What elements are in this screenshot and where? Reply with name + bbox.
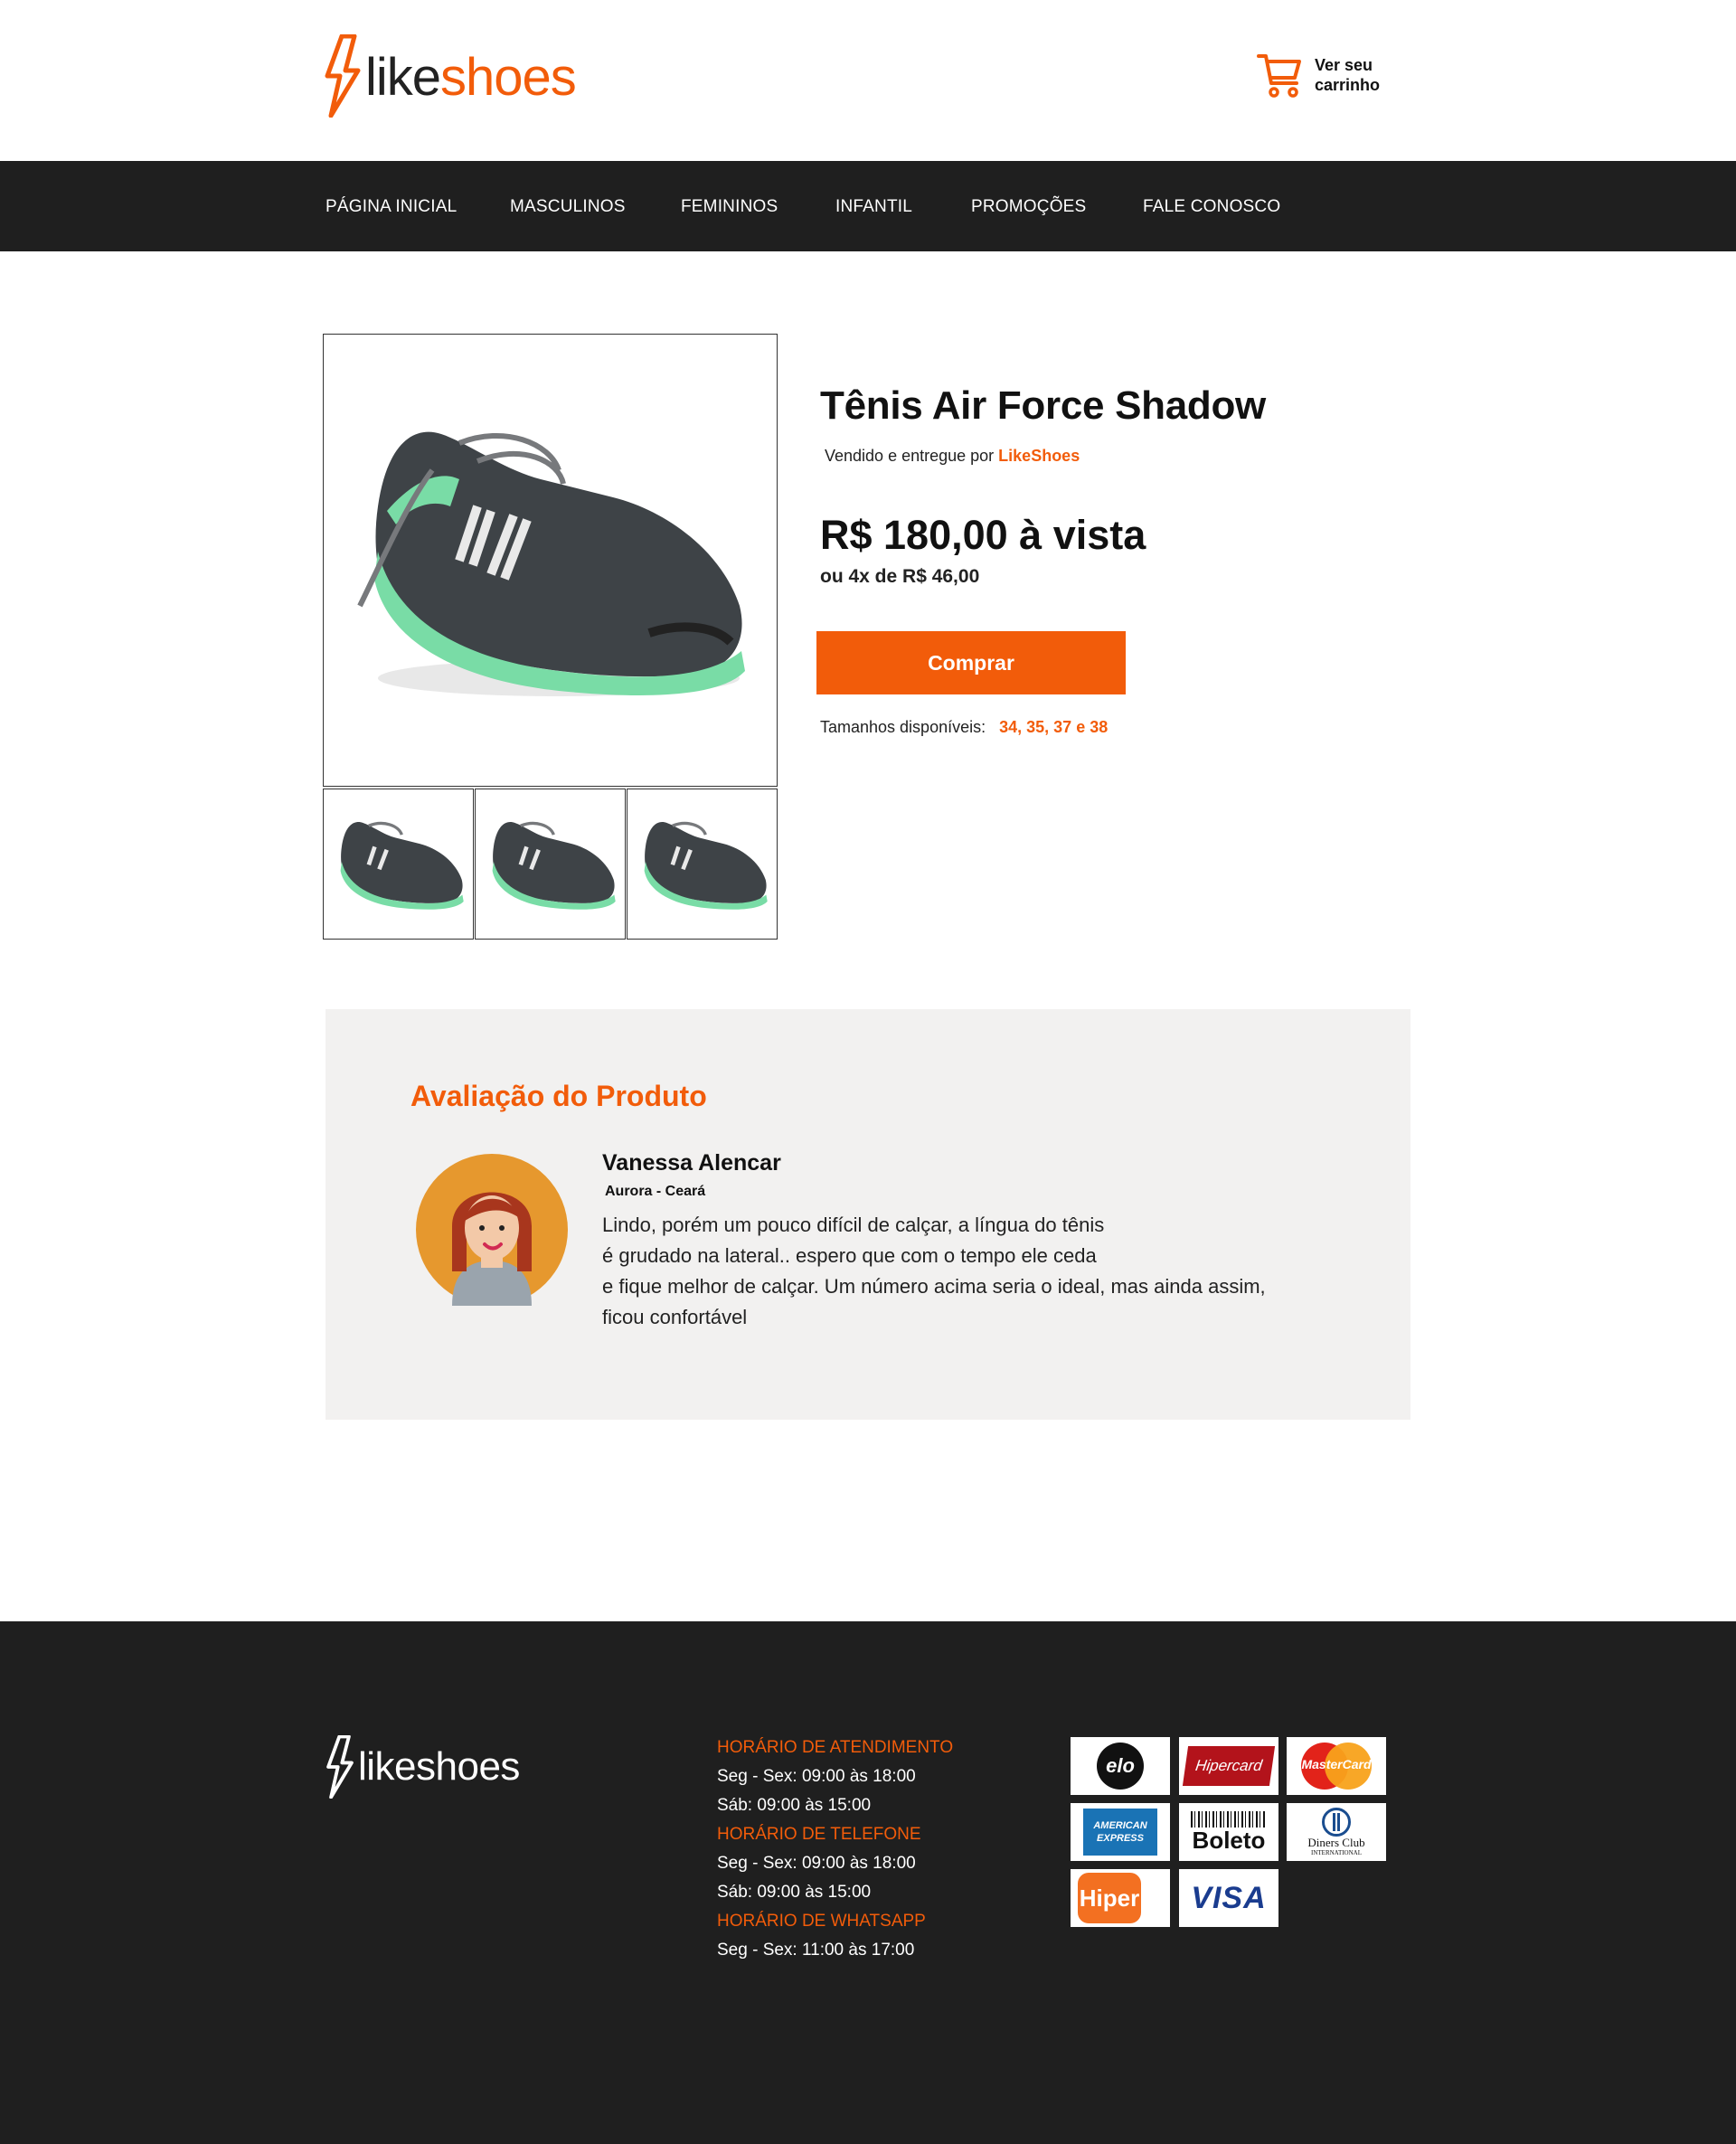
review-text-line: e fique melhor de calçar. Um número acim… — [602, 1275, 1266, 1298]
business-hours: HORÁRIO DE ATENDIMENTO Seg - Sex: 09:00 … — [717, 1733, 953, 1965]
shopping-cart-icon — [1257, 54, 1301, 98]
hours-heading-telefone: HORÁRIO DE TELEFONE — [717, 1825, 921, 1844]
available-sizes: Tamanhos disponíveis: 34, 35, 37 e 38 — [820, 718, 1108, 737]
diners-line2: INTERNATIONAL — [1311, 1849, 1362, 1856]
seller-brand: LikeShoes — [998, 447, 1080, 465]
hours-line: Seg - Sex: 11:00 às 17:00 — [717, 1941, 915, 1960]
header: likeshoes Ver seu carrinho — [0, 0, 1736, 161]
payment-hiper-logo: Hiper — [1071, 1869, 1170, 1927]
avatar — [416, 1154, 568, 1306]
product-thumbnail-3[interactable] — [627, 789, 778, 940]
amex-line2: EXPRESS — [1097, 1833, 1144, 1844]
payment-elo-logo: elo — [1071, 1737, 1170, 1795]
footer-logo[interactable]: likeshoes — [326, 1735, 520, 1799]
review-section: Avaliação do Produto Vanessa Alencar Aur… — [326, 1009, 1410, 1420]
review-text-line: ficou confortável — [602, 1306, 748, 1328]
seller-info: Vendido e entregue por LikeShoes — [825, 447, 1080, 466]
product-thumbnail-2[interactable] — [475, 789, 626, 940]
lightning-bolt-icon — [326, 1735, 354, 1799]
footer: likeshoes HORÁRIO DE ATENDIMENTO Seg - S… — [0, 1621, 1736, 2144]
product-thumbnail-1[interactable] — [323, 789, 474, 940]
product-main-image[interactable] — [323, 334, 778, 787]
review-text-line: é grudado na lateral.. espero que com o … — [602, 1244, 1097, 1267]
nav-item-fale-conosco[interactable]: FALE CONOSCO — [1143, 197, 1280, 217]
hours-heading-atendimento: HORÁRIO DE ATENDIMENTO — [717, 1738, 954, 1757]
visa-logo-text: VISA — [1191, 1880, 1267, 1915]
amex-badge: AMERICAN EXPRESS — [1083, 1809, 1157, 1856]
logo-wordmark-part2: shoes — [440, 48, 577, 107]
amex-line1: AMERICAN — [1093, 1820, 1147, 1831]
cart-link[interactable]: Ver seu carrinho — [1257, 51, 1387, 99]
buy-button[interactable]: Comprar — [816, 631, 1126, 694]
cart-label-line2: carrinho — [1315, 76, 1381, 94]
hipercard-logo-text: Hipercard — [1182, 1746, 1276, 1786]
payment-mastercard-logo: MasterCard — [1287, 1737, 1386, 1795]
footer-logo-wordmark: likeshoes — [358, 1744, 520, 1789]
nav-item-infantil[interactable]: INFANTIL — [835, 197, 912, 217]
sizes-label: Tamanhos disponíveis: — [820, 718, 986, 736]
diners-circle-icon — [1322, 1808, 1351, 1837]
hiper-logo-text: Hiper — [1078, 1873, 1141, 1923]
nav-item-masculinos[interactable]: MASCULINOS — [510, 197, 626, 217]
barcode-icon — [1191, 1811, 1267, 1828]
reviewer-location: Aurora - Ceará — [605, 1184, 706, 1199]
mastercard-logo-text: MasterCard — [1301, 1757, 1372, 1771]
mastercard-circles: MasterCard — [1297, 1743, 1375, 1790]
review-section-title: Avaliação do Produto — [410, 1080, 707, 1112]
review-text: Lindo, porém um pouco difícil de calçar,… — [602, 1210, 1326, 1333]
cart-label: Ver seu carrinho — [1315, 55, 1387, 95]
hours-line: Sáb: 09:00 às 15:00 — [717, 1796, 872, 1815]
review-text-line: Lindo, porém um pouco difícil de calçar,… — [602, 1214, 1105, 1236]
nav-item-promocoes[interactable]: PROMOÇÕES — [971, 197, 1086, 217]
boleto-logo-text: Boleto — [1192, 1827, 1266, 1854]
sneaker-image — [357, 431, 745, 696]
product-price: R$ 180,00 à vista — [820, 512, 1146, 558]
logo-wordmark: likeshoes — [365, 52, 577, 104]
sneaker-thumbnail-image — [492, 821, 616, 910]
reviewer-name: Vanessa Alencar — [602, 1150, 781, 1176]
seller-prefix: Vendido e entregue por — [825, 447, 995, 465]
likeshoes-logo[interactable]: likeshoes — [324, 34, 577, 118]
hours-line: Sáb: 09:00 às 15:00 — [717, 1883, 872, 1902]
nav-item-femininos[interactable]: FEMININOS — [681, 197, 778, 217]
installments: ou 4x de R$ 46,00 — [820, 566, 980, 587]
sneaker-thumbnail-image — [340, 821, 464, 910]
hours-heading-whatsapp: HORÁRIO DE WHATSAPP — [717, 1912, 926, 1931]
payment-hipercard-logo: Hipercard — [1179, 1737, 1278, 1795]
hours-line: Seg - Sex: 09:00 às 18:00 — [717, 1854, 916, 1873]
nav-item-home[interactable]: PÁGINA INICIAL — [326, 197, 457, 217]
payment-amex-logo: AMERICAN EXPRESS — [1071, 1803, 1170, 1861]
product-title: Tênis Air Force Shadow — [820, 383, 1266, 428]
payment-boleto-logo: Boleto — [1179, 1803, 1278, 1861]
main-nav: PÁGINA INICIAL MASCULINOS FEMININOS INFA… — [0, 161, 1736, 251]
hours-line: Seg - Sex: 09:00 às 18:00 — [717, 1767, 916, 1786]
diners-line1: Diners Club — [1307, 1836, 1365, 1849]
logo-wordmark-part1: like — [365, 48, 441, 107]
sizes-values: 34, 35, 37 e 38 — [999, 718, 1109, 736]
lightning-bolt-icon — [325, 34, 361, 118]
sneaker-thumbnail-image — [644, 821, 768, 910]
payment-visa-logo: VISA — [1179, 1869, 1278, 1927]
elo-logo-text: elo — [1097, 1743, 1144, 1790]
cart-label-line1: Ver seu — [1315, 56, 1373, 74]
payment-diners-logo: Diners Club INTERNATIONAL — [1287, 1803, 1386, 1861]
